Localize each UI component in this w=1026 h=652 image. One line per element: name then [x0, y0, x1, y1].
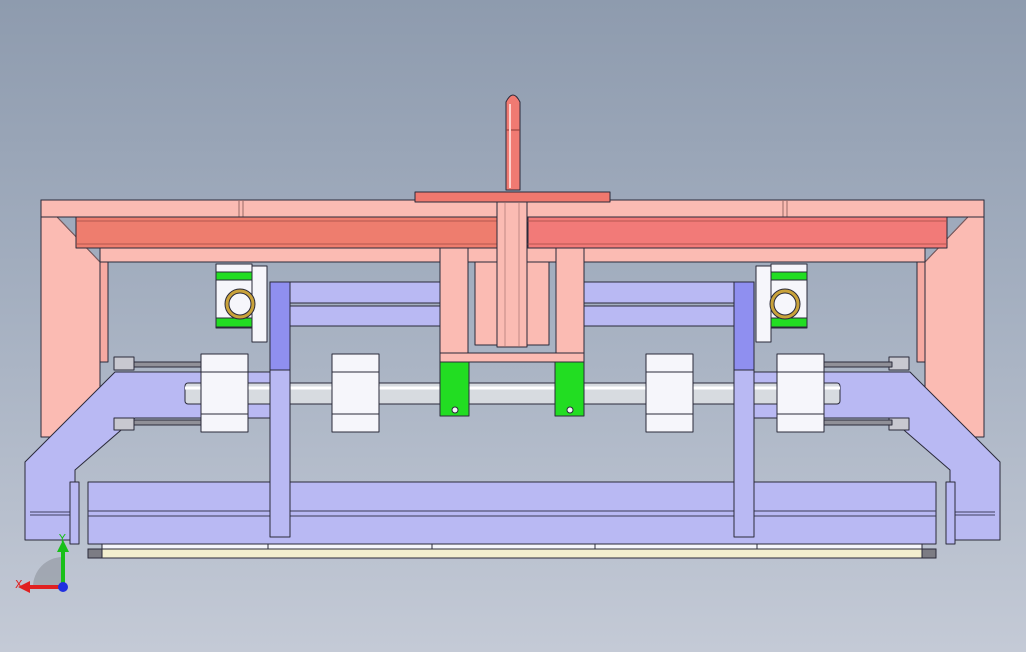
base-strip: [87, 543, 937, 559]
vertical-plate-left: [269, 281, 291, 538]
vertical-plate-right: [733, 281, 755, 538]
guide-rail-upper-right: [583, 281, 735, 327]
bottom-plate: [69, 481, 956, 545]
guide-rail-upper-left: [289, 281, 441, 327]
cad-viewport[interactable]: Y X: [0, 0, 1026, 652]
cad-model-scene[interactable]: [0, 0, 1026, 652]
linear-bearing-right-outer: [776, 353, 825, 433]
linear-bearing-left-inner: [331, 353, 380, 433]
coordinate-triad: Y X: [15, 532, 69, 593]
pillow-block-right: [755, 263, 808, 343]
lifting-handle[interactable]: [505, 94, 521, 191]
z-axis-point: [58, 582, 68, 592]
linear-bearing-left-outer: [200, 353, 249, 433]
clamp-block-left: [439, 361, 470, 417]
clamp-block-right: [554, 361, 585, 417]
linear-bearing-right-inner: [645, 353, 694, 433]
y-axis-label: Y: [58, 532, 66, 545]
pillow-block-left: [215, 263, 268, 343]
top-plate: [414, 191, 611, 203]
x-axis-label: X: [15, 578, 23, 591]
